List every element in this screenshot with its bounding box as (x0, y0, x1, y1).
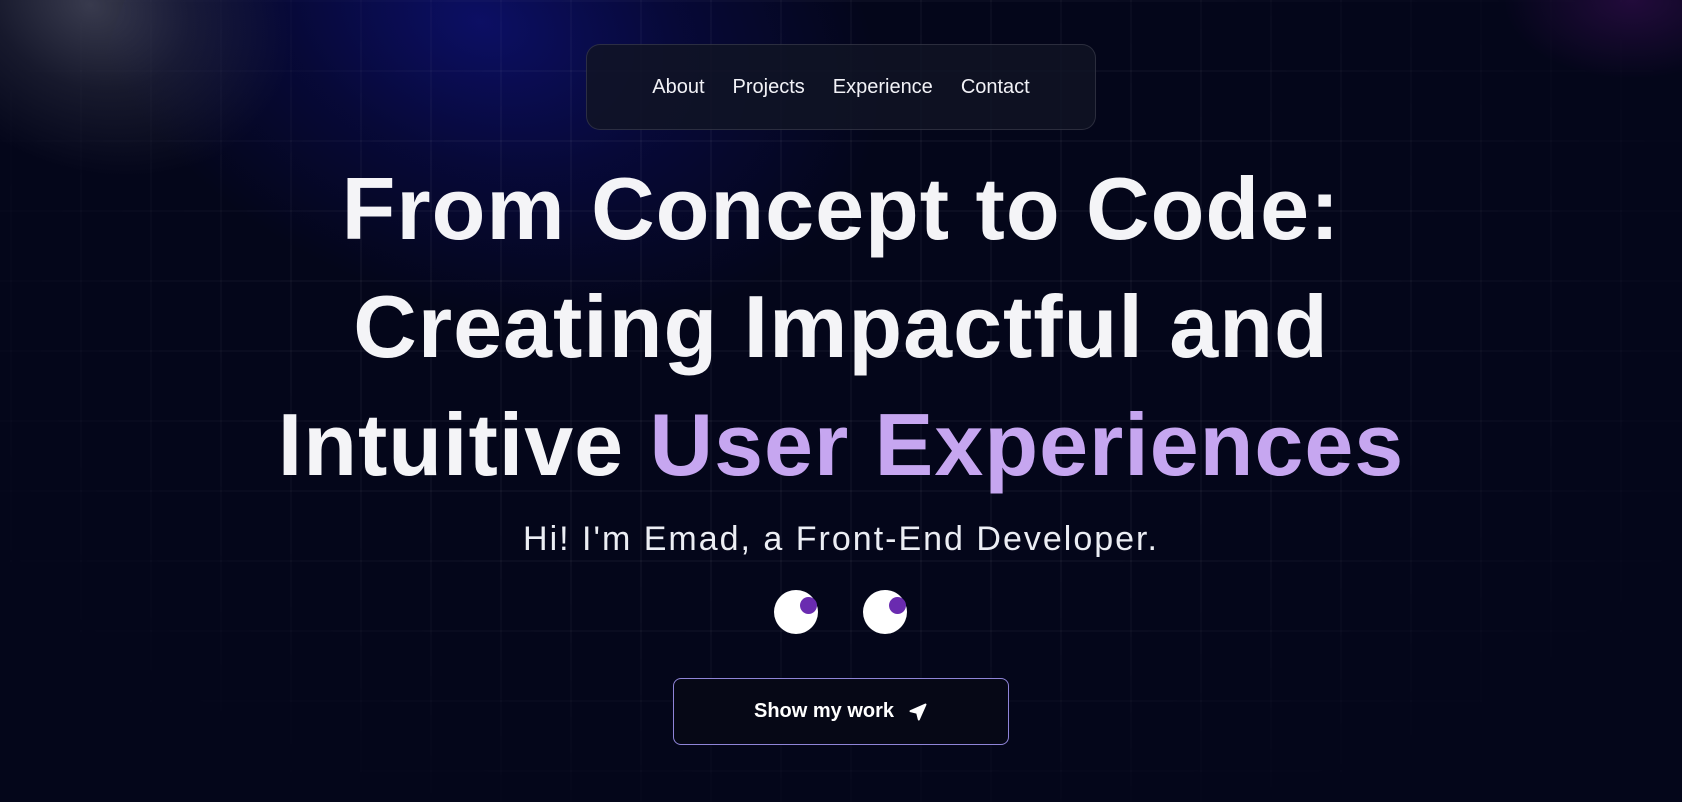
top-navigation: About Projects Experience Contact (586, 44, 1096, 130)
hero-section: About Projects Experience Contact From C… (0, 0, 1682, 802)
nav-item-projects[interactable]: Projects (733, 76, 805, 99)
show-my-work-label: Show my work (753, 700, 895, 722)
show-my-work-button[interactable]: Show my work (673, 678, 1009, 745)
right-pupil (889, 597, 906, 614)
nav-item-contact[interactable]: Contact (961, 76, 1030, 99)
nav-item-experience[interactable]: Experience (833, 76, 933, 99)
hero-headline: From Concept to Code: Creating Impactful… (0, 150, 1682, 504)
send-arrow-icon (909, 703, 927, 720)
headline-accent-text: User Experiences (649, 395, 1405, 494)
headline-line-2: Creating Impactful and (353, 277, 1329, 376)
headline-line-1: From Concept to Code: (341, 159, 1341, 258)
left-pupil (800, 597, 817, 614)
nav-item-about[interactable]: About (652, 76, 704, 99)
googly-eyes (774, 590, 909, 636)
right-eye-icon (863, 590, 907, 634)
left-eye-icon (774, 590, 818, 634)
hero-subtitle: Hi! I'm Emad, a Front-End Developer. (523, 520, 1159, 558)
headline-line-3-plain: Intuitive (277, 395, 650, 494)
